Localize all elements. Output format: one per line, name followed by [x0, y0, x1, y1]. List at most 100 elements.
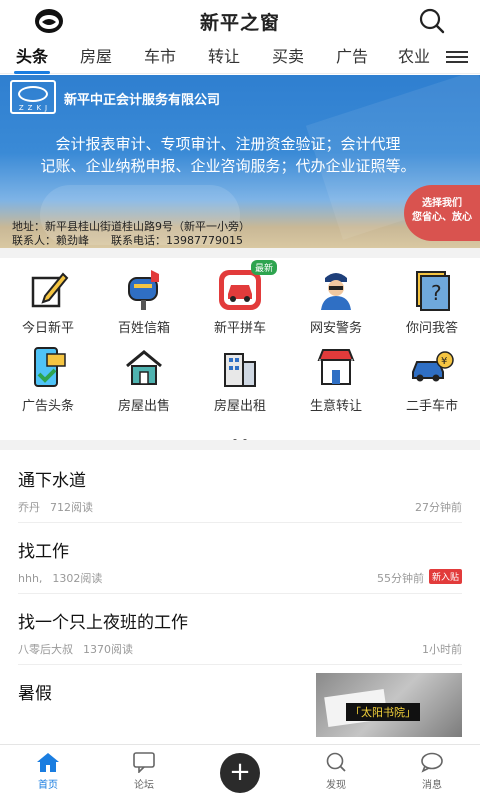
list-item[interactable]: 暑假 「太阳书院」: [18, 665, 462, 737]
post-time: 1小时前: [422, 643, 462, 656]
ad-banner[interactable]: ZZKJ 新平中正会计服务有限公司 会计报表审计、专项审计、注册资金验证；会计代…: [0, 75, 480, 248]
house-icon: [126, 350, 162, 385]
search-icon[interactable]: [418, 7, 446, 35]
banner-company-name: 新平中正会计服务有限公司: [64, 93, 221, 108]
app-header: 新平之窗: [0, 0, 480, 42]
banner-address: 地址：新平县桂山街道桂山路9号（新平一小旁）: [12, 220, 250, 233]
list-item[interactable]: 找一个只上夜班的工作 八零后大叔 1370阅读 1小时前: [18, 594, 462, 665]
page-title: 新平之窗: [199, 11, 280, 34]
tab-transfer[interactable]: 转让: [192, 42, 256, 74]
bottom-nav: 首页 论坛 + 发现 消息: [0, 744, 480, 800]
company-logo-code: ZZKJ: [18, 104, 52, 112]
post-meta: hhh, 1302阅读: [18, 570, 102, 586]
post-reads: 712阅读: [50, 501, 93, 514]
grid-item-ad-headlines[interactable]: 广告头条: [0, 340, 96, 418]
grid-label: 百姓信箱: [117, 321, 170, 336]
post-meta: 八零后大叔 1370阅读: [18, 641, 133, 657]
post-title: 找一个只上夜班的工作: [18, 613, 188, 633]
post-meta: 乔丹 712阅读: [18, 499, 93, 515]
list-item[interactable]: 找工作 hhh, 1302阅读 55分钟前 新入贴: [18, 523, 462, 594]
grid-row: 今日新平 百姓信箱 最新 新平拼车 网安警务 ? 你问我答: [0, 260, 480, 340]
nav-label: 论坛: [134, 780, 154, 791]
grid-label: 房屋出售: [117, 399, 170, 414]
banner-desc-line: 会计报表审计、专项审计、注册资金验证；会计代理: [55, 135, 401, 153]
grid-item-qa[interactable]: ? 你问我答: [384, 262, 480, 340]
grid-label: 广告头条: [21, 399, 74, 414]
grid-item-business-transfer[interactable]: 生意转让: [288, 340, 384, 418]
section-divider: [0, 440, 480, 450]
banner-contact: 联系人：赖劲峰 联系电话：13987779015: [12, 234, 243, 247]
pencil-note-icon: [31, 272, 69, 308]
building-icon: [224, 353, 256, 387]
nav-label: 发现: [326, 780, 346, 791]
nav-post[interactable]: +: [192, 745, 288, 800]
mailbox-icon: [128, 270, 159, 310]
svg-text:?: ?: [431, 281, 442, 305]
post-time: 55分钟前: [377, 572, 424, 585]
grid-item-used-cars[interactable]: ¥ 二手车市: [384, 340, 480, 418]
car-pool-icon: 最新: [217, 260, 277, 312]
grid-item-police[interactable]: 网安警务: [288, 262, 384, 340]
tab-cars[interactable]: 车市: [128, 42, 192, 74]
grid-label: 今日新平: [21, 321, 74, 336]
grid-item-today-xinping[interactable]: 今日新平: [0, 262, 96, 340]
forum-icon: [133, 752, 155, 773]
grid-row: 广告头条 房屋出售 房屋出租 生意转让 ¥ 二手车市: [0, 340, 480, 418]
post-time: 27分钟前: [415, 501, 462, 514]
company-logo-icon: ZZKJ: [10, 80, 56, 114]
nav-label: 消息: [422, 780, 442, 791]
nav-messages[interactable]: 消息: [384, 745, 480, 800]
phone-ad-icon: [34, 347, 66, 387]
tab-ads[interactable]: 广告: [320, 42, 384, 74]
feature-grid: 今日新平 百姓信箱 最新 新平拼车 网安警务 ? 你问我答 广告头条 房屋出售 …: [0, 260, 480, 418]
section-divider: [0, 248, 480, 258]
banner-desc-line: 记账、企业纳税申报、企业咨询服务；代办企业证照等。: [40, 157, 416, 175]
tab-headlines[interactable]: 头条: [0, 42, 64, 74]
post-reads: 1302阅读: [52, 572, 103, 585]
tab-housing[interactable]: 房屋: [64, 42, 128, 74]
post-author: 八零后大叔: [18, 643, 73, 656]
shop-icon: [317, 349, 355, 385]
category-tabs: 头条 房屋 车市 转让 买卖 广告 农业: [0, 42, 480, 74]
home-icon: [37, 753, 59, 772]
app-logo-icon[interactable]: [34, 8, 64, 34]
menu-icon[interactable]: [446, 48, 468, 68]
grid-label: 网安警务: [309, 321, 362, 336]
post-title: 暑假: [18, 684, 52, 704]
post-title: 通下水道: [18, 471, 86, 491]
nav-discover[interactable]: 发现: [288, 745, 384, 800]
nav-forum[interactable]: 论坛: [96, 745, 192, 800]
add-post-button[interactable]: +: [220, 753, 260, 793]
post-thumbnail: 「太阳书院」: [316, 673, 462, 737]
grid-label: 生意转让: [309, 399, 362, 414]
tab-agriculture[interactable]: 农业: [384, 42, 438, 74]
new-post-tag: 新入贴: [428, 569, 462, 584]
grid-label: 你问我答: [405, 321, 458, 336]
post-author: 乔丹: [18, 501, 40, 514]
new-badge: 最新: [250, 260, 277, 275]
badge-line: 选择我们: [422, 198, 462, 209]
question-icon: ?: [416, 271, 450, 311]
badge-line: 您省心、放心: [412, 212, 472, 223]
grid-item-carpool[interactable]: 最新 新平拼车: [192, 260, 288, 340]
message-icon: [421, 752, 443, 773]
police-icon: [321, 273, 351, 310]
used-car-icon: ¥: [412, 351, 454, 382]
grid-label: 新平拼车: [213, 321, 266, 336]
nav-home[interactable]: 首页: [0, 745, 96, 800]
grid-item-house-rent[interactable]: 房屋出租: [192, 340, 288, 418]
list-item[interactable]: 通下水道 乔丹 712阅读 27分钟前: [18, 452, 462, 523]
banner-description: 会计报表审计、专项审计、注册资金验证；会计代理 记账、企业纳税申报、企业咨询服务…: [18, 133, 438, 177]
post-feed: 通下水道 乔丹 712阅读 27分钟前 找工作 hhh, 1302阅读 55分钟前 …: [0, 452, 480, 737]
svg-text:¥: ¥: [441, 356, 447, 367]
grid-label: 二手车市: [405, 399, 458, 414]
post-reads: 1370阅读: [83, 643, 133, 656]
grid-label: 房屋出租: [213, 399, 266, 414]
grid-item-mailbox[interactable]: 百姓信箱: [96, 262, 192, 340]
tab-trade[interactable]: 买卖: [256, 42, 320, 74]
nav-label: 首页: [38, 780, 58, 791]
banner-contact-info: 地址：新平县桂山街道桂山路9号（新平一小旁） 联系人：赖劲峰 联系电话：1398…: [12, 220, 250, 248]
post-title: 找工作: [18, 542, 69, 562]
grid-item-house-sale[interactable]: 房屋出售: [96, 340, 192, 418]
discover-icon: [326, 752, 346, 772]
